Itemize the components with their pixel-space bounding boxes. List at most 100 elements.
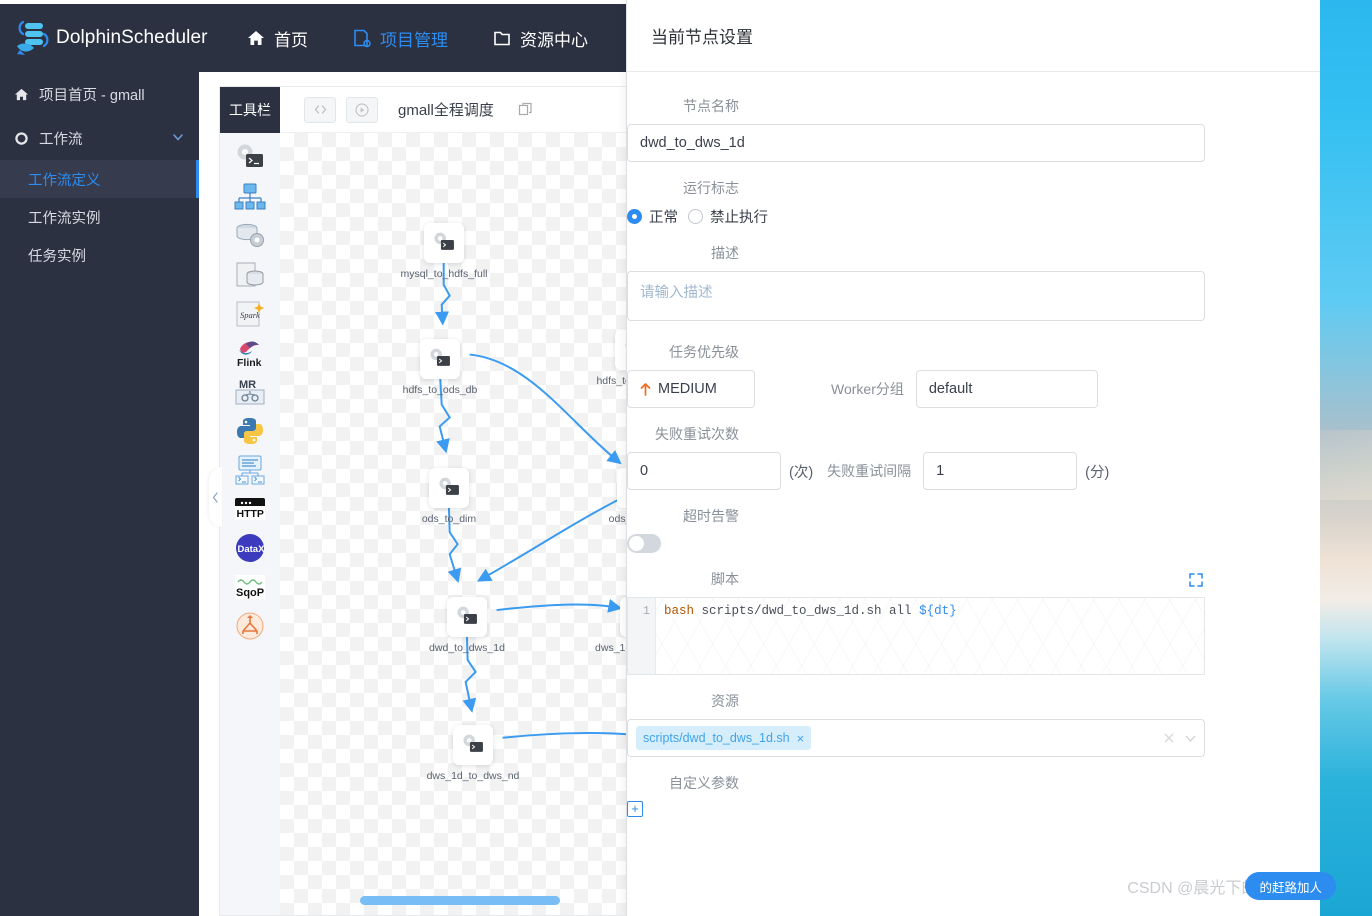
copy-icon[interactable]: [518, 102, 533, 117]
sidebar-collapse-handle[interactable]: [209, 467, 222, 527]
mr-icon[interactable]: MR: [233, 375, 267, 409]
desktop-wallpaper: [1320, 0, 1372, 916]
sidebar-item-workflow-definition[interactable]: 工作流定义: [0, 160, 199, 198]
worker-group-label: Worker分组: [831, 381, 904, 397]
folder-icon: [494, 31, 510, 46]
chevron-down-icon[interactable]: [1185, 735, 1196, 742]
dependent-icon[interactable]: [233, 453, 267, 487]
dag-node[interactable]: dws_1d_to_dws_nd: [423, 725, 523, 782]
sidebar-item-project-home[interactable]: 项目首页 - gmall: [0, 72, 199, 116]
chevron-down-icon: [732, 386, 744, 393]
close-icon[interactable]: ×: [797, 732, 805, 745]
script-editor[interactable]: 1 bash scripts/dwd_to_dws_1d.sh all ${dt…: [627, 597, 1205, 675]
code-view-button[interactable]: [304, 96, 336, 123]
sidebar-group-workflow[interactable]: 工作流: [0, 116, 199, 160]
run-flag-option-normal[interactable]: 正常: [627, 206, 678, 227]
field-script: 脚本 1 bash scripts/dwd_to_dws_1d.sh all $…: [627, 569, 1293, 675]
project-icon: [354, 29, 371, 48]
radio-dot: [688, 209, 703, 224]
http-icon[interactable]: HTTP: [233, 492, 267, 526]
editor-line-number: 1: [628, 598, 656, 674]
retry-interval-select[interactable]: 1: [923, 452, 1078, 490]
shell-icon: [439, 477, 459, 495]
sqoop-icon[interactable]: SqoP: [233, 570, 267, 604]
sidebar-group-workflow-label: 工作流: [39, 131, 83, 148]
chevron-down-icon: [173, 134, 183, 141]
add-custom-param-button[interactable]: +: [627, 801, 643, 817]
node-icon-box: [447, 597, 487, 637]
node-name-label: 节点名称: [683, 98, 739, 114]
brand-name: DolphinScheduler: [56, 27, 208, 48]
conditions-icon[interactable]: [233, 609, 267, 643]
resource-select[interactable]: scripts/dwd_to_dws_1d.sh ×: [627, 719, 1205, 757]
subprocess-icon[interactable]: [233, 180, 267, 214]
sidebar-item-workflow-instance-label: 工作流实例: [28, 210, 101, 227]
dag-node[interactable]: ods_to_dim: [399, 468, 499, 525]
shell-icon: [434, 232, 454, 250]
chevron-down-icon: [758, 468, 770, 475]
dolphinscheduler-app: DolphinScheduler 首页 项目管理 资源中心 项目首页 - gma…: [0, 0, 1320, 916]
retry-times-select[interactable]: 0: [627, 452, 781, 490]
field-node-name: 节点名称: [627, 96, 1293, 162]
run-flag-normal-label: 正常: [649, 210, 678, 226]
arrow-up-icon: [640, 382, 651, 396]
priority-select[interactable]: MEDIUM: [627, 370, 755, 408]
retry-interval-unit: (分): [1085, 464, 1110, 481]
run-flag-radio-group: 正常 禁止执行: [627, 206, 1293, 227]
run-button[interactable]: [346, 96, 378, 123]
retry-times-unit: (次): [789, 464, 814, 481]
datax-icon[interactable]: DataX: [233, 531, 267, 565]
worker-group-value: default: [928, 381, 973, 397]
dag-node[interactable]: mysql_to_hdfs_full: [394, 223, 494, 280]
run-flag-forbidden-label: 禁止执行: [710, 210, 768, 226]
sidebar-item-workflow-definition-label: 工作流定义: [28, 172, 101, 189]
spark-icon[interactable]: Spark: [233, 297, 267, 331]
panel-title: 当前节点设置: [627, 0, 1320, 72]
clear-icon[interactable]: [1163, 732, 1175, 744]
brand-logo[interactable]: DolphinScheduler: [0, 16, 207, 60]
field-description: 描述: [627, 243, 1293, 326]
run-flag-option-forbidden[interactable]: 禁止执行: [688, 206, 768, 227]
retry-times-value: 0: [640, 463, 649, 479]
canvas-horizontal-scrollbar[interactable]: [360, 896, 560, 905]
sidebar-project-home-label: 项目首页 - gmall: [39, 87, 145, 104]
svg-text:Spark: Spark: [240, 310, 260, 320]
field-resource: 资源 scripts/dwd_to_dws_1d.sh ×: [627, 691, 1293, 757]
field-run-flag: 运行标志 正常 禁止执行: [627, 178, 1293, 227]
floating-action-button[interactable]: 的赶路加人: [1245, 872, 1336, 900]
svg-text:DataX: DataX: [238, 544, 266, 555]
expand-icon[interactable]: [1189, 573, 1203, 587]
editor-code[interactable]: bash scripts/dwd_to_dws_1d.sh all ${dt}: [656, 598, 1204, 674]
node-settings-form: 节点名称 运行标志 正常 禁止执行: [627, 72, 1320, 916]
retry-interval-label: 失败重试间隔: [827, 463, 912, 479]
description-textarea[interactable]: [627, 271, 1205, 321]
sidebar-item-workflow-instance[interactable]: 工作流实例: [0, 198, 199, 236]
sidebar-item-task-instance[interactable]: 任务实例: [0, 236, 199, 274]
nav-item-home[interactable]: 首页: [224, 4, 330, 72]
nav-item-resource-label: 资源中心: [520, 30, 588, 50]
home-icon: [248, 31, 264, 45]
procedure-icon[interactable]: [233, 219, 267, 253]
task-type-palette: Spark Flink MR HTTP DataX SqoP: [220, 133, 280, 915]
node-name-input[interactable]: [627, 124, 1205, 162]
nav-item-project[interactable]: 项目管理: [330, 4, 470, 72]
node-icon-box: [429, 468, 469, 508]
sql-icon[interactable]: [233, 258, 267, 292]
left-sidebar: 项目首页 - gmall 工作流 工作流定义 工作流实例 任务实例: [0, 72, 199, 916]
timeout-alarm-toggle[interactable]: [627, 534, 661, 553]
resource-tag[interactable]: scripts/dwd_to_dws_1d.sh ×: [636, 726, 812, 750]
shell-icon: [463, 734, 483, 752]
nav-item-resource[interactable]: 资源中心: [470, 4, 610, 72]
resource-select-icons: [1163, 732, 1196, 744]
retry-times-label: 失败重试次数: [655, 426, 739, 442]
dag-node[interactable]: dwd_to_dws_1d: [417, 597, 517, 654]
worker-group-select[interactable]: default: [915, 370, 1098, 408]
python-icon[interactable]: [233, 414, 267, 448]
shell-icon[interactable]: [233, 141, 267, 175]
dag-node-label: dwd_to_dws_1d: [429, 642, 505, 654]
home-icon: [14, 88, 29, 100]
description-label: 描述: [711, 245, 739, 261]
dag-node[interactable]: hdfs_to_ods_db: [390, 339, 490, 396]
flink-icon[interactable]: Flink: [233, 336, 267, 370]
shell-icon: [457, 606, 477, 624]
